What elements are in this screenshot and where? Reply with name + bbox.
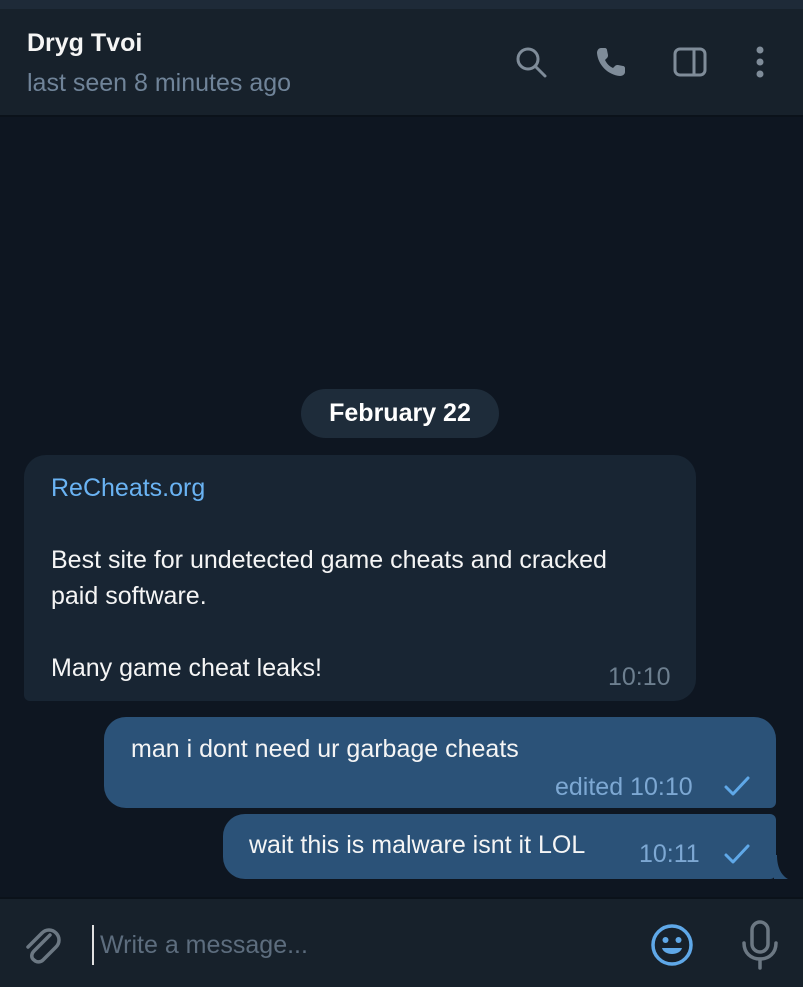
search-icon[interactable] (508, 39, 554, 85)
window-top-strip (0, 0, 803, 9)
message-link[interactable]: ReCheats.org (51, 470, 205, 506)
microphone-icon[interactable] (737, 919, 783, 971)
message-input[interactable] (92, 925, 620, 965)
message-text: man i dont need ur garbage cheats (131, 735, 519, 763)
message-composer (0, 897, 803, 987)
more-vertical-icon[interactable] (737, 39, 783, 85)
telegram-chat-window: Dryg Tvoi last seen 8 minutes ago Februa… (0, 0, 803, 987)
incoming-message-bubble[interactable]: ReCheats.org Best site for undetected ga… (24, 455, 696, 701)
message-history[interactable]: February 22 ReCheats.org Best site for u… (0, 117, 803, 897)
outgoing-message-bubble[interactable]: wait this is malware isnt it LOL 10:11 (223, 814, 776, 879)
date-separator: February 22 (301, 389, 499, 438)
message-text-line: Many game cheat leaks! (51, 654, 322, 682)
attach-paperclip-icon[interactable] (18, 921, 64, 967)
message-text: wait this is malware isnt it LOL (249, 831, 586, 859)
message-text-line: paid software. (51, 582, 207, 610)
message-time: 10:11 (639, 840, 700, 868)
sent-check-icon (724, 776, 750, 796)
sent-check-icon (724, 844, 750, 864)
message-time: 10:10 (608, 663, 671, 691)
message-text-line: Best site for undetected game cheats and… (51, 546, 607, 574)
emoji-icon[interactable] (648, 921, 696, 969)
outgoing-message-bubble[interactable]: man i dont need ur garbage cheats edited… (104, 717, 776, 808)
phone-icon[interactable] (588, 39, 634, 85)
sidebar-toggle-icon[interactable] (667, 39, 713, 85)
message-edited-time: edited 10:10 (555, 773, 693, 801)
chat-header: Dryg Tvoi last seen 8 minutes ago (0, 9, 803, 117)
chat-title[interactable]: Dryg Tvoi (27, 29, 142, 58)
outgoing-bubble-tail (774, 855, 788, 879)
chat-status: last seen 8 minutes ago (27, 69, 292, 97)
